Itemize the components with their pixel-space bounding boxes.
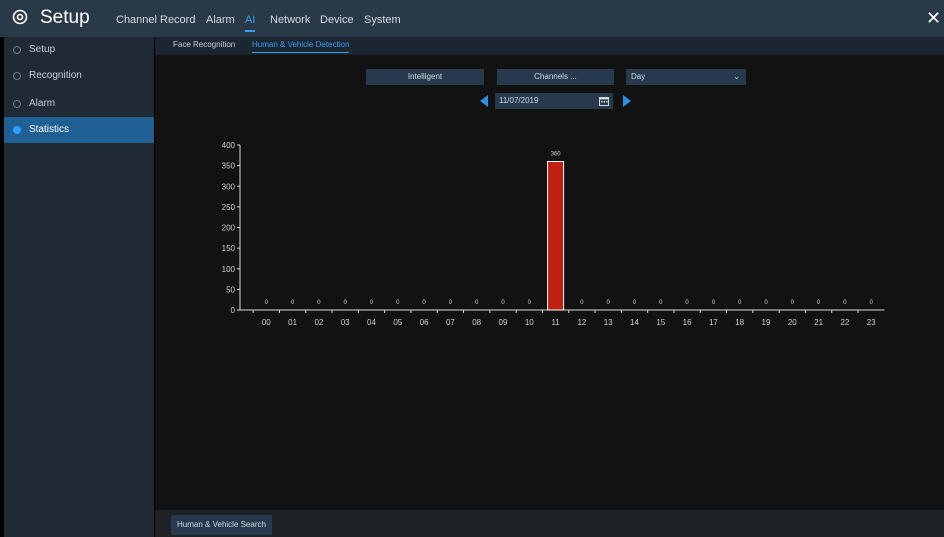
y-tick-label: 0: [231, 306, 236, 315]
x-tick-label: 01: [288, 318, 297, 327]
date-value: 11/07/2019: [499, 96, 539, 105]
period-select[interactable]: Day ⌄: [626, 69, 746, 85]
x-tick-label: 05: [393, 318, 402, 327]
prev-date-arrow[interactable]: [480, 95, 488, 107]
data-label: 0: [659, 300, 663, 306]
x-tick-label: 11: [551, 318, 560, 327]
data-label: 0: [422, 300, 426, 306]
app-title: Setup: [40, 7, 90, 28]
data-label: 0: [501, 300, 505, 306]
x-tick-label: 23: [867, 318, 876, 327]
next-date-arrow[interactable]: [623, 95, 631, 107]
x-tick-label: 12: [577, 318, 586, 327]
data-label: 0: [449, 300, 453, 306]
x-tick-label: 13: [604, 318, 613, 327]
x-tick-label: 06: [420, 318, 429, 327]
calendar-icon[interactable]: [599, 96, 609, 106]
diamond-icon: [11, 98, 23, 110]
data-label: 0: [607, 300, 611, 306]
data-label: 0: [317, 300, 321, 306]
y-tick-label: 400: [222, 141, 236, 150]
x-tick-label: 15: [656, 318, 665, 327]
nav-ai[interactable]: AI: [245, 14, 256, 32]
sidebar-item-statistics[interactable]: Statistics: [4, 117, 154, 143]
x-tick-label: 18: [735, 318, 744, 327]
human-vehicle-search-button[interactable]: Human & Vehicle Search: [171, 515, 272, 535]
sidebar-item-recognition[interactable]: Recognition: [4, 63, 154, 89]
diamond-icon: [11, 44, 23, 56]
x-tick-label: 03: [341, 318, 350, 327]
x-tick-label: 02: [314, 318, 323, 327]
sidebar: Setup Recognition Alarm Statistics: [4, 37, 154, 537]
gear-icon: [12, 9, 28, 25]
data-label: 0: [685, 300, 689, 306]
close-button[interactable]: ✕: [926, 8, 941, 29]
y-tick-label: 50: [226, 285, 235, 294]
x-tick-label: 07: [446, 318, 455, 327]
y-tick-label: 350: [222, 162, 236, 171]
sidebar-item-label: Setup: [29, 44, 56, 55]
data-label: 0: [528, 300, 532, 306]
tab-face-recognition[interactable]: Face Recognition: [173, 40, 235, 49]
y-tick-label: 150: [222, 244, 236, 253]
data-label: 0: [712, 300, 716, 306]
tab-human-vehicle-detection[interactable]: Human & Vehicle Detection: [252, 40, 350, 53]
x-tick-label: 14: [630, 318, 639, 327]
data-label: 0: [291, 300, 295, 306]
bottom-bar: [155, 510, 944, 537]
x-tick-label: 04: [367, 318, 376, 327]
data-label: 0: [791, 300, 795, 306]
data-label: 0: [870, 300, 874, 306]
sidebar-item-setup[interactable]: Setup: [4, 37, 154, 63]
data-label: 0: [764, 300, 768, 306]
statistics-bar-chart: 0501001502002503003504000000010020030040…: [222, 141, 885, 327]
sidebar-item-alarm[interactable]: Alarm: [4, 91, 154, 117]
sidebar-item-label: Alarm: [29, 98, 56, 109]
x-tick-label: 16: [683, 318, 692, 327]
x-tick-label: 19: [762, 318, 771, 327]
diamond-icon: [11, 70, 23, 82]
y-tick-label: 300: [222, 182, 236, 191]
channels-button[interactable]: Channels ...: [497, 69, 614, 85]
x-tick-label: 10: [525, 318, 534, 327]
chevron-down-icon: ⌄: [733, 72, 740, 81]
date-field[interactable]: 11/07/2019: [495, 93, 613, 109]
x-tick-label: 00: [262, 318, 271, 327]
intelligent-button[interactable]: Intelligent: [366, 69, 484, 85]
data-label: 360: [551, 152, 562, 158]
x-tick-label: 22: [840, 318, 849, 327]
nav-network[interactable]: Network: [270, 14, 310, 26]
nav-system[interactable]: System: [364, 14, 401, 26]
x-tick-label: 20: [788, 318, 797, 327]
data-label: 0: [370, 300, 374, 306]
x-tick-label: 17: [709, 318, 718, 327]
data-label: 0: [633, 300, 637, 306]
data-label: 0: [580, 300, 584, 306]
nav-alarm[interactable]: Alarm: [206, 14, 235, 26]
period-value: Day: [631, 72, 646, 81]
data-label: 0: [738, 300, 742, 306]
nav-device[interactable]: Device: [320, 14, 354, 26]
y-tick-label: 200: [222, 224, 236, 233]
data-label: 0: [817, 300, 821, 306]
bar: [547, 161, 565, 311]
sidebar-item-label: Statistics: [29, 124, 70, 135]
data-label: 0: [843, 300, 847, 306]
y-tick-label: 100: [222, 265, 236, 274]
data-label: 0: [344, 300, 348, 306]
diamond-icon: [11, 124, 23, 136]
data-label: 0: [265, 300, 269, 306]
x-tick-label: 09: [499, 318, 508, 327]
x-tick-label: 08: [472, 318, 481, 327]
data-label: 0: [396, 300, 400, 306]
y-tick-label: 250: [222, 203, 236, 212]
x-tick-label: 21: [814, 318, 823, 327]
nav-channel[interactable]: Channel: [116, 14, 157, 26]
data-label: 0: [475, 300, 479, 306]
nav-record[interactable]: Record: [160, 14, 195, 26]
sidebar-item-label: Recognition: [29, 70, 82, 81]
